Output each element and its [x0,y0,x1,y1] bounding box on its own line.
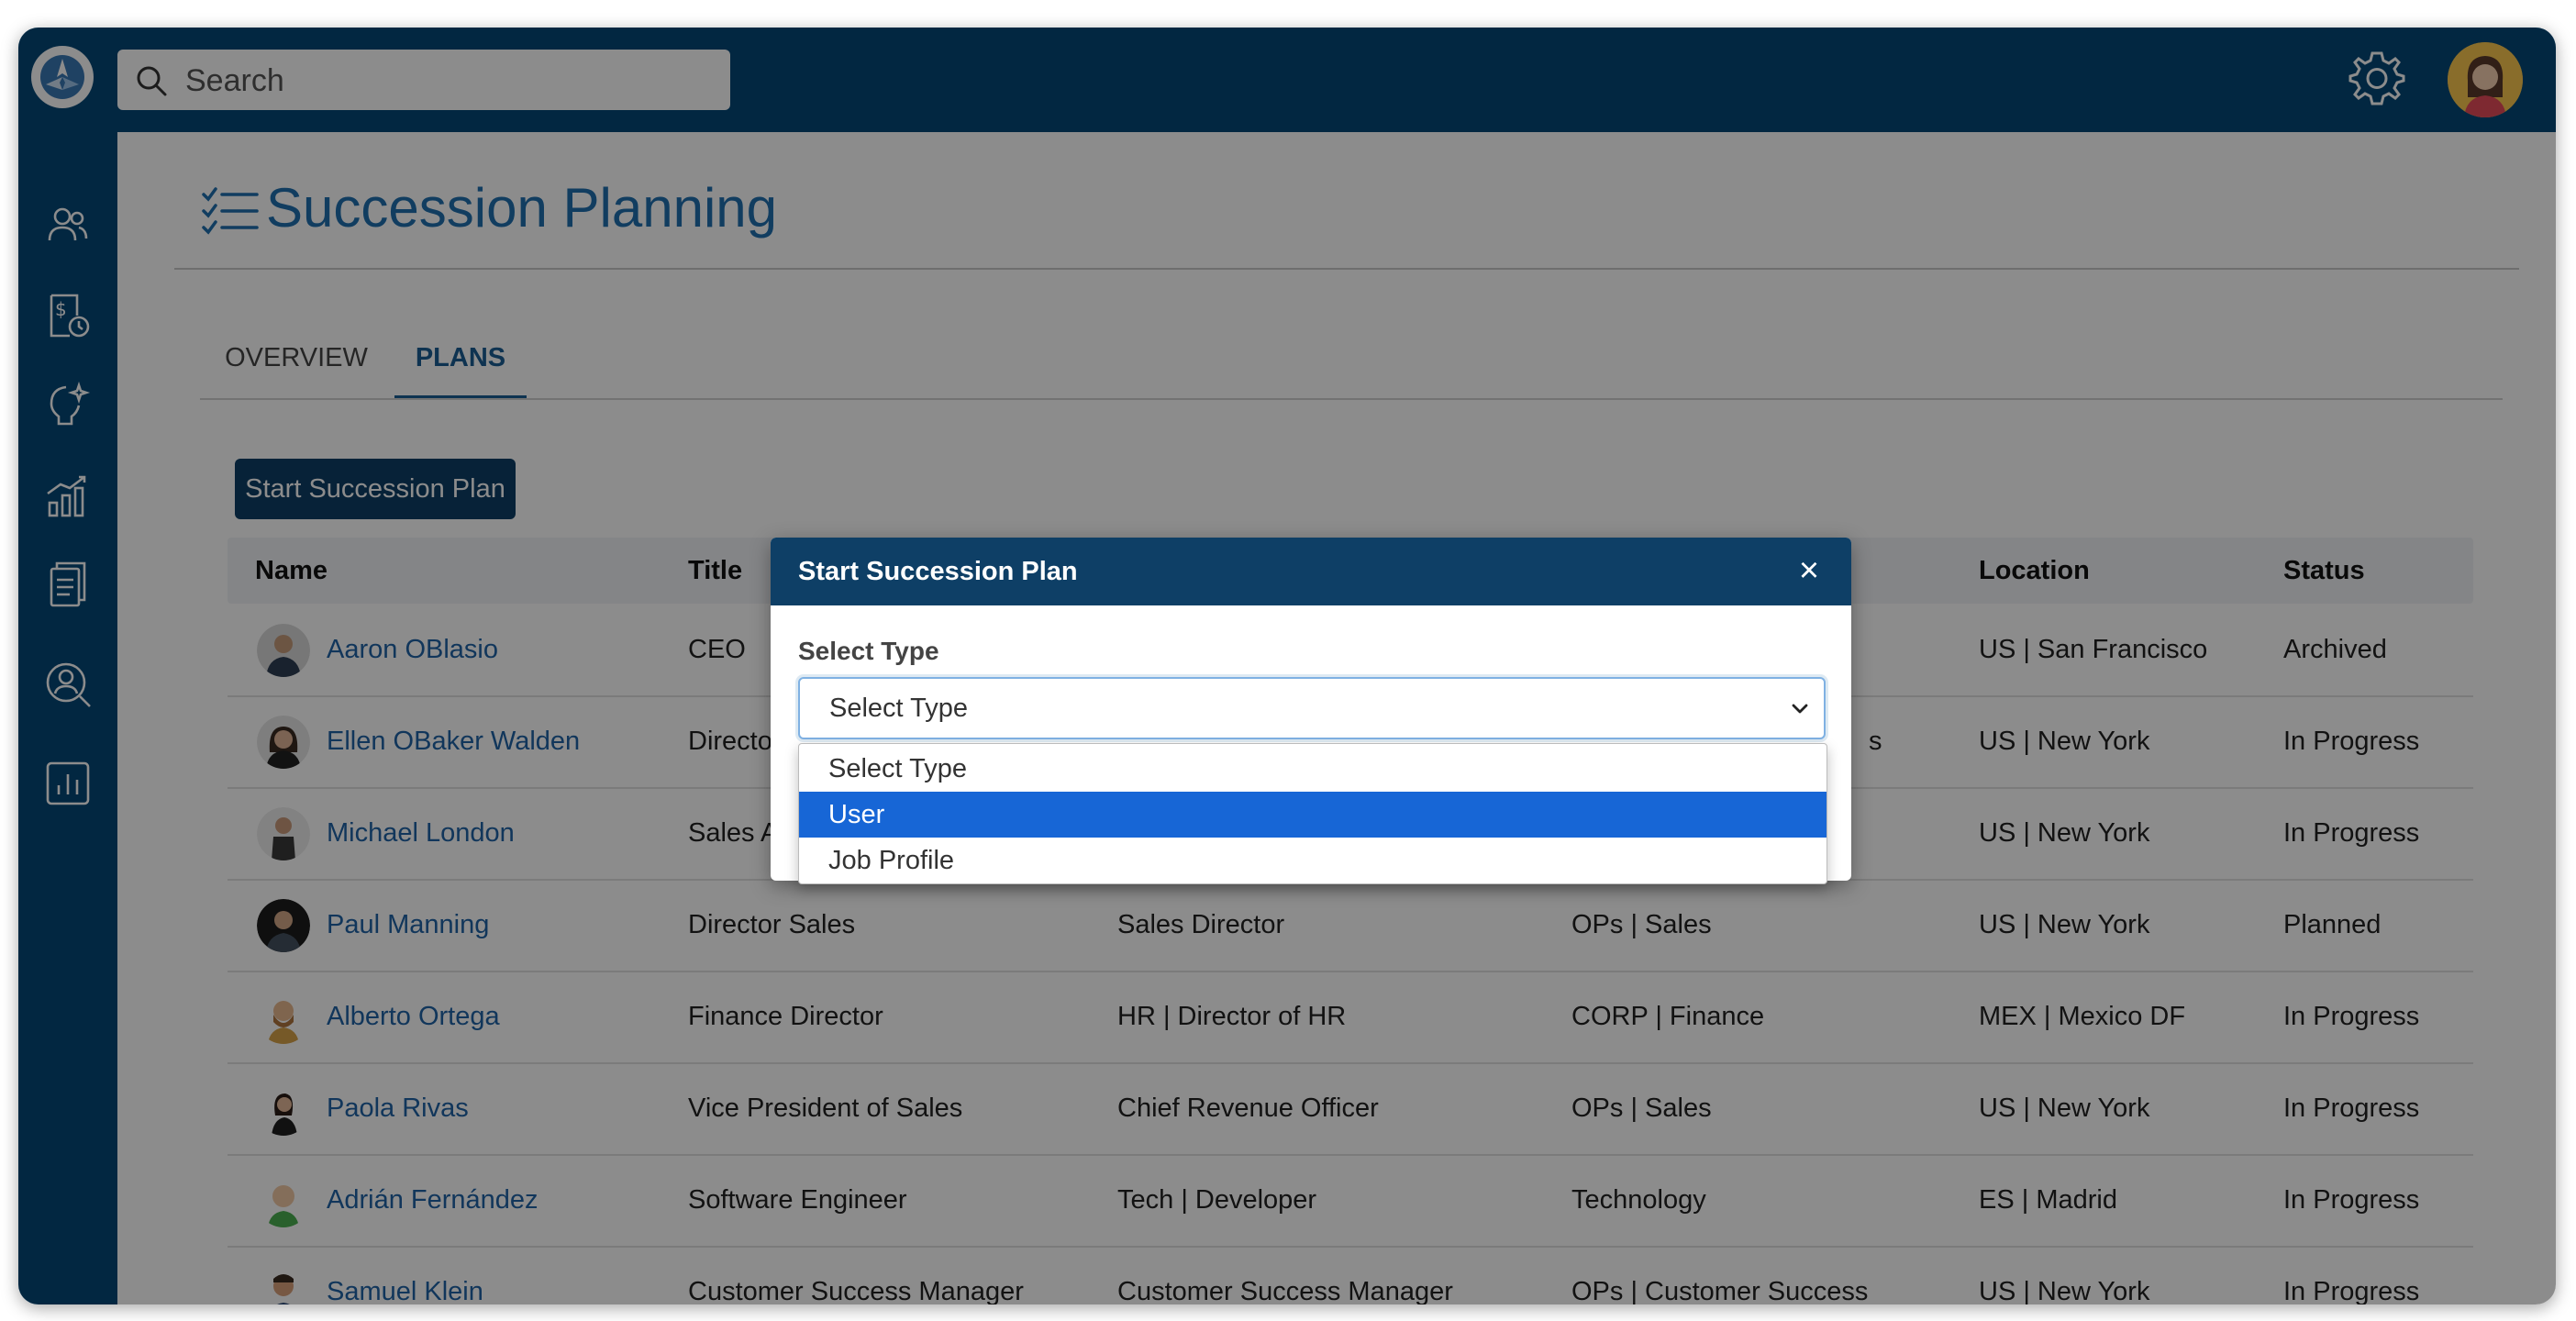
option-user[interactable]: User [799,792,1827,838]
select-value: Select Type [829,694,969,723]
select-type-label: Select Type [798,637,939,665]
option-label: Job Profile [828,846,955,875]
select-type-dropdown[interactable]: Select Type [798,677,1826,739]
chevron-down-icon [1792,704,1808,714]
option-label: Select Type [828,754,968,783]
modal-title: Start Succession Plan [798,557,1078,586]
select-type-options: Select Type User Job Profile [798,743,1827,884]
modal-header: Start Succession Plan × [771,538,1851,605]
option-select-type[interactable]: Select Type [799,746,1827,792]
close-icon[interactable]: × [1791,552,1827,589]
option-job-profile[interactable]: Job Profile [799,838,1827,883]
option-label: User [828,800,885,829]
app-window: $ Succession Planning OVERVI [18,28,2556,1304]
